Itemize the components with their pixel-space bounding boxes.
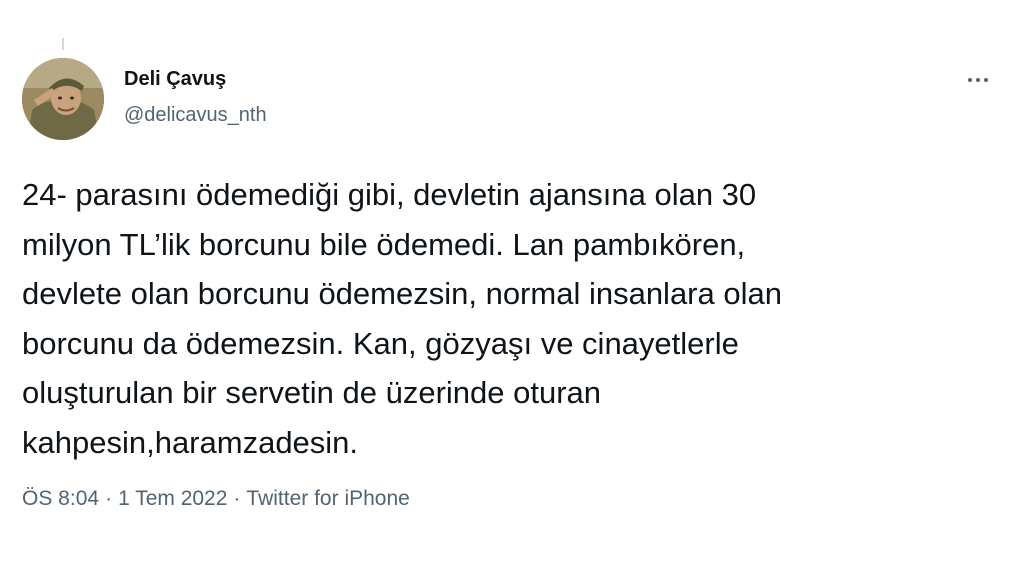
- tweet-date-link[interactable]: 1 Tem 2022: [118, 487, 227, 510]
- tweet-source-link[interactable]: Twitter for iPhone: [246, 487, 409, 510]
- avatar[interactable]: [22, 58, 104, 140]
- avatar-image: [22, 58, 104, 140]
- tweet-metadata: ÖS 8:04 · 1 Tem 2022 · Twitter for iPhone: [22, 487, 410, 511]
- tweet-card: Deli Çavuş @delicavus_nth 24- parasını ö…: [0, 0, 1024, 576]
- tweet-time-link[interactable]: ÖS 8:04: [22, 487, 99, 510]
- meta-separator: ·: [233, 487, 241, 510]
- more-horizontal-icon: [968, 78, 972, 82]
- more-options-button[interactable]: [958, 64, 998, 96]
- author-handle[interactable]: @delicavus_nth: [124, 104, 267, 127]
- thread-connector-line: [62, 38, 64, 50]
- author-display-name[interactable]: Deli Çavuş: [124, 68, 226, 91]
- meta-separator: ·: [105, 487, 113, 510]
- tweet-text: 24- parasını ödemediği gibi, devletin aj…: [22, 177, 782, 460]
